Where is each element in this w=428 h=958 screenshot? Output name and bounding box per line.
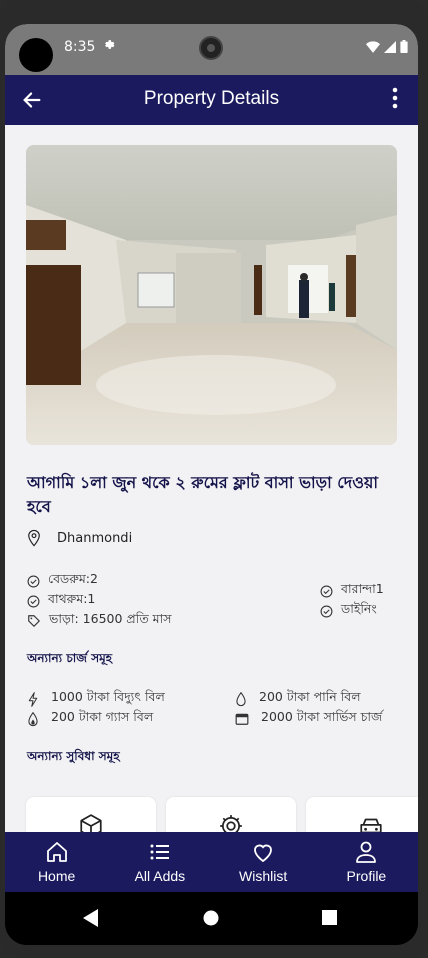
system-icons (366, 40, 408, 53)
home-circle-icon[interactable] (203, 910, 219, 926)
app-bar: Property Details (5, 75, 418, 125)
page-title: Property Details (143, 88, 280, 109)
charge-service: 2000 টাকা সার্ভিস চার্জ (235, 709, 382, 729)
check-circle-icon (27, 595, 40, 607)
charge-label: 1000 টাকা বিদ্যুৎ বিল (51, 689, 165, 704)
check-circle-icon (320, 605, 333, 617)
box-icon (80, 814, 102, 832)
screen: 8:35 Property Details আগামি ১লা জুন থকে … (5, 24, 418, 945)
facility-card[interactable] (166, 797, 296, 832)
feature-label: বেডরুম:2 (48, 571, 98, 586)
recents-square-icon[interactable] (322, 910, 337, 925)
facilities-heading: অন্যান্য সুবিধা সমূহ (27, 749, 120, 763)
nav-label: All Adds (134, 868, 186, 884)
battery-icon (400, 40, 408, 53)
charge-label: 2000 টাকা সার্ভিস চার্জ (261, 709, 383, 724)
gas-flame-icon (28, 711, 38, 726)
water-drop-icon (236, 691, 246, 706)
charge-gas: 200 টাকা গ্যাস বিল (27, 709, 153, 729)
feature-label: ভাড়া: 16500 প্রতি মাস (49, 611, 172, 626)
charge-electricity: 1000 টাকা বিদ্যুৎ বিল (27, 689, 165, 709)
back-triangle-icon[interactable] (83, 909, 99, 927)
feature-dining: ডাইনিং (320, 601, 377, 621)
property-location: Dhanmondi (27, 529, 132, 547)
system-nav-bar (5, 892, 418, 945)
camera-cutout (19, 38, 53, 72)
feature-label: বারান্দা1 (341, 581, 384, 596)
nav-wishlist[interactable]: Wishlist (212, 832, 315, 892)
bottom-nav: Home All Adds Wishlist Profile (5, 832, 418, 892)
property-photo[interactable] (26, 145, 397, 445)
gear-icon (220, 815, 242, 832)
nav-home[interactable]: Home (5, 832, 108, 892)
charge-label: 200 টাকা গ্যাস বিল (51, 709, 154, 724)
nav-label: Home (37, 868, 76, 884)
feature-label: বাথরুম:1 (48, 591, 96, 606)
feature-rent: ভাড়া: 16500 প্রতি মাস (27, 611, 172, 631)
settings-status-icon (103, 38, 116, 55)
nav-profile[interactable]: Profile (315, 832, 418, 892)
nav-all-adds[interactable]: All Adds (108, 832, 211, 892)
facility-card[interactable] (306, 797, 418, 832)
facility-card[interactable] (26, 797, 156, 832)
tag-icon (28, 615, 40, 627)
property-title: আগামি ১লা জুন থকে ২ রুমের ফ্লাট বাসা ভাড… (27, 473, 379, 516)
location-text: Dhanmondi (57, 530, 133, 546)
list-icon (150, 844, 169, 860)
device-frame: 8:35 Property Details আগামি ১লা জুন থকে … (0, 0, 428, 958)
location-pin-icon (28, 529, 40, 547)
car-icon (360, 818, 382, 832)
details-content[interactable]: আগামি ১লা জুন থকে ২ রুমের ফ্লাট বাসা ভাড… (5, 125, 418, 832)
front-camera (199, 36, 223, 60)
heart-icon (254, 844, 273, 863)
bolt-icon (28, 691, 38, 707)
feature-balcony: বারান্দা1 (320, 581, 384, 601)
check-circle-icon (27, 575, 40, 587)
nav-label: Profile (346, 868, 387, 884)
feature-bedroom: বেডরুম:2 (27, 571, 98, 591)
more-vert-icon (392, 87, 398, 109)
charge-label: 200 টাকা পানি বিল (259, 689, 361, 704)
charge-water: 200 টাকা পানি বিল (235, 689, 361, 709)
feature-label: ডাইনিং (341, 601, 377, 616)
overflow-menu-button[interactable] (392, 87, 402, 113)
check-circle-icon (320, 585, 333, 597)
status-bar: 8:35 (5, 24, 418, 75)
signal-icon (384, 40, 396, 53)
wifi-icon (366, 40, 380, 53)
home-icon (46, 842, 67, 862)
calendar-icon (235, 713, 249, 725)
charges-heading: অন্যান্য চার্জ সমূহ (27, 651, 113, 665)
person-icon (356, 841, 377, 863)
feature-bathroom: বাথরুম:1 (27, 591, 95, 611)
nav-label: Wishlist (239, 868, 288, 884)
status-time: 8:35 (64, 39, 96, 55)
